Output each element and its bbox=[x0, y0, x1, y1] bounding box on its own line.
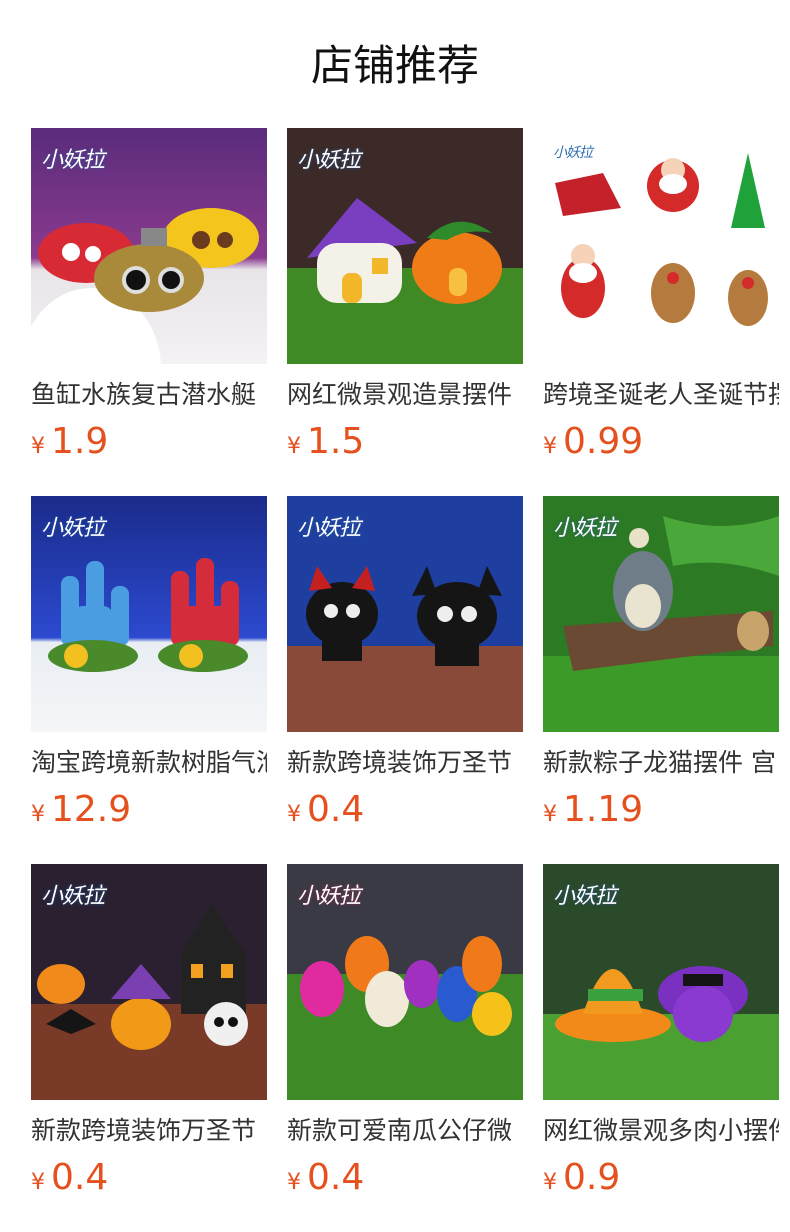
product-name[interactable]: 新款粽子龙猫摆件 宫 bbox=[543, 746, 779, 780]
product-price: ¥1.19 bbox=[543, 788, 779, 838]
price-value: 12.9 bbox=[51, 789, 132, 830]
product-name[interactable]: 跨境圣诞老人圣诞节摆 bbox=[543, 378, 779, 412]
product-name[interactable]: 网红微景观造景摆件 bbox=[287, 378, 523, 412]
product-price: ¥0.4 bbox=[287, 788, 523, 838]
product-image-christmas[interactable]: 小妖拉 bbox=[543, 128, 779, 364]
product-card[interactable]: 小妖拉 鱼缸水族复古潜水艇 ¥1.9 bbox=[31, 128, 267, 470]
product-card[interactable]: 小妖拉 网红微景观多肉小摆件 ¥0.9 bbox=[543, 864, 779, 1206]
currency-symbol: ¥ bbox=[543, 434, 557, 459]
brand-logo: 小妖拉 bbox=[553, 884, 617, 909]
product-name[interactable]: 新款跨境装饰万圣节 bbox=[31, 1114, 267, 1148]
brand-logo: 小妖拉 bbox=[297, 884, 361, 909]
product-image-bats[interactable]: 小妖拉 bbox=[287, 496, 523, 732]
product-name[interactable]: 新款可爱南瓜公仔微 bbox=[287, 1114, 523, 1148]
currency-symbol: ¥ bbox=[31, 434, 45, 459]
currency-symbol: ¥ bbox=[287, 434, 301, 459]
price-value: 1.19 bbox=[563, 789, 644, 830]
price-value: 1.5 bbox=[307, 421, 365, 462]
price-value: 0.9 bbox=[563, 1157, 621, 1198]
price-value: 0.99 bbox=[563, 421, 644, 462]
product-card[interactable]: 小妖拉 跨境圣诞老人圣诞节摆 ¥0.99 bbox=[543, 128, 779, 470]
product-price: ¥0.99 bbox=[543, 420, 779, 470]
product-card[interactable]: 小妖拉 新款粽子龙猫摆件 宫 ¥1.19 bbox=[543, 496, 779, 838]
product-price: ¥1.9 bbox=[31, 420, 267, 470]
product-card[interactable]: 小妖拉 淘宝跨境新款树脂气泡 ¥12.9 bbox=[31, 496, 267, 838]
product-price: ¥1.5 bbox=[287, 420, 523, 470]
product-price: ¥0.4 bbox=[31, 1156, 267, 1206]
product-image-halloween-set[interactable]: 小妖拉 bbox=[31, 864, 267, 1100]
product-image-totoro[interactable]: 小妖拉 bbox=[543, 496, 779, 732]
brand-logo: 小妖拉 bbox=[41, 884, 105, 909]
product-name[interactable]: 新款跨境装饰万圣节 bbox=[287, 746, 523, 780]
product-name[interactable]: 淘宝跨境新款树脂气泡 bbox=[31, 746, 267, 780]
currency-symbol: ¥ bbox=[543, 1170, 557, 1195]
brand-logo: 小妖拉 bbox=[41, 516, 105, 541]
currency-symbol: ¥ bbox=[31, 1170, 45, 1195]
currency-symbol: ¥ bbox=[287, 1170, 301, 1195]
price-value: 1.9 bbox=[51, 421, 109, 462]
brand-logo: 小妖拉 bbox=[553, 145, 593, 161]
brand-logo: 小妖拉 bbox=[41, 148, 105, 173]
price-value: 0.4 bbox=[307, 1157, 365, 1198]
product-card[interactable]: 小妖拉 网红微景观造景摆件 ¥1.5 bbox=[287, 128, 523, 470]
currency-symbol: ¥ bbox=[31, 802, 45, 827]
currency-symbol: ¥ bbox=[543, 802, 557, 827]
currency-symbol: ¥ bbox=[287, 802, 301, 827]
price-value: 0.4 bbox=[307, 789, 365, 830]
product-image-submarine[interactable]: 小妖拉 bbox=[31, 128, 267, 364]
product-price: ¥12.9 bbox=[31, 788, 267, 838]
product-price: ¥0.4 bbox=[287, 1156, 523, 1206]
product-card[interactable]: 小妖拉 新款可爱南瓜公仔微 ¥0.4 bbox=[287, 864, 523, 1206]
product-image-coral[interactable]: 小妖拉 bbox=[31, 496, 267, 732]
brand-logo: 小妖拉 bbox=[297, 516, 361, 541]
brand-logo: 小妖拉 bbox=[553, 516, 617, 541]
product-price: ¥0.9 bbox=[543, 1156, 779, 1206]
product-image-witch-hats[interactable]: 小妖拉 bbox=[543, 864, 779, 1100]
product-card[interactable]: 小妖拉 新款跨境装饰万圣节 ¥0.4 bbox=[287, 496, 523, 838]
brand-logo: 小妖拉 bbox=[297, 148, 361, 173]
product-image-pumpkins[interactable]: 小妖拉 bbox=[287, 864, 523, 1100]
product-name[interactable]: 鱼缸水族复古潜水艇 bbox=[31, 378, 267, 412]
page-title: 店铺推荐 bbox=[310, 41, 479, 90]
product-card[interactable]: 小妖拉 新款跨境装饰万圣节 ¥0.4 bbox=[31, 864, 267, 1206]
product-image-fairy-house[interactable]: 小妖拉 bbox=[287, 128, 523, 364]
product-name[interactable]: 网红微景观多肉小摆件 bbox=[543, 1114, 779, 1148]
price-value: 0.4 bbox=[51, 1157, 109, 1198]
